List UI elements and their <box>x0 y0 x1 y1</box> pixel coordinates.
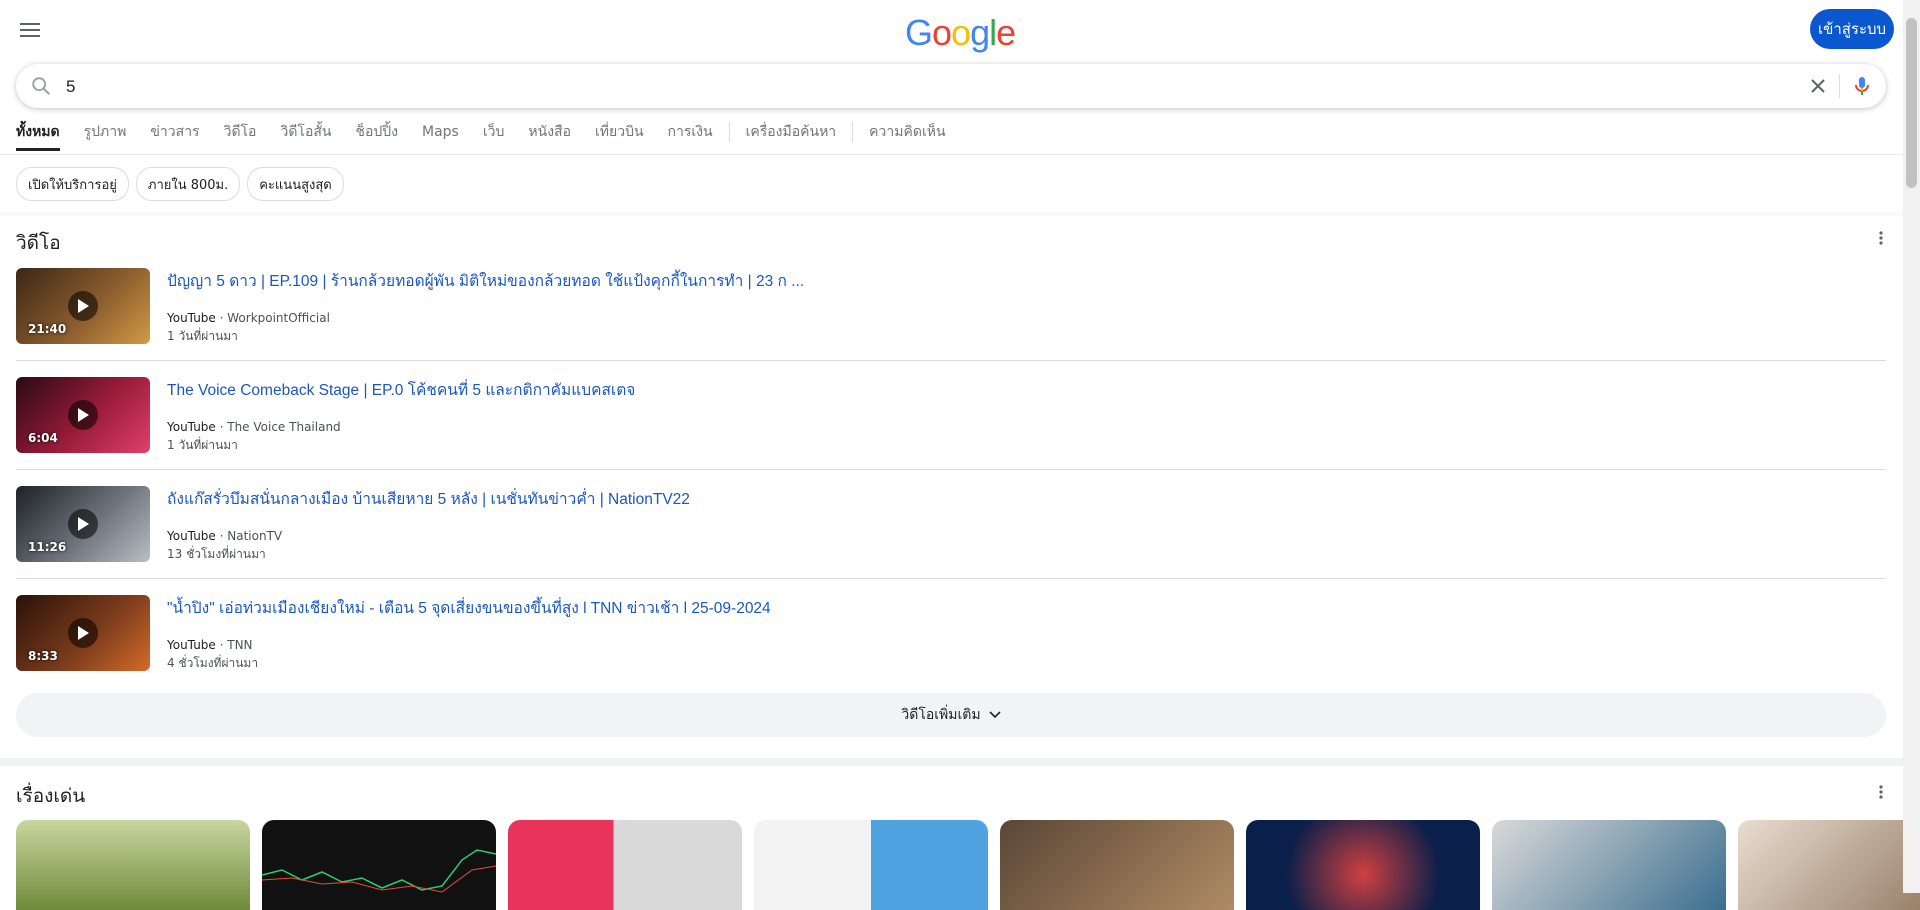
video-age: 1 วันที่ผ่านมา <box>167 329 238 343</box>
search-tabs: ทั้งหมด รูปภาพ ข่าวสาร วิดีโอ วิดีโอสั้น… <box>16 121 970 151</box>
video-channel: The Voice Thailand <box>227 420 341 434</box>
section-divider <box>0 758 1903 766</box>
row-divider <box>16 578 1886 579</box>
video-duration: 6:04 <box>28 431 58 445</box>
more-videos-button[interactable]: วิดีโอเพิ่มเติม <box>16 693 1886 737</box>
video-result: 6:04 The Voice Comeback Stage | EP.0 โค้… <box>16 377 1886 485</box>
video-result: 11:26 ถังแก๊สรั่วบึมสนั่นกลางเมือง บ้านเ… <box>16 486 1886 594</box>
video-age: 13 ชั่วโมงที่ผ่านมา <box>167 547 266 561</box>
play-icon <box>68 291 98 321</box>
videos-section-title: วิดีโอ <box>16 232 61 254</box>
video-channel: TNN <box>227 638 253 652</box>
story-card[interactable] <box>1246 820 1480 910</box>
more-options-icon[interactable] <box>1874 784 1888 800</box>
video-age: 4 ชั่วโมงที่ผ่านมา <box>167 656 259 670</box>
story-card[interactable] <box>1000 820 1234 910</box>
tab-shopping[interactable]: ช็อปปิ้ง <box>355 121 398 151</box>
story-card[interactable] <box>262 820 496 910</box>
tab-separator <box>728 122 730 142</box>
video-channel: NationTV <box>227 529 283 543</box>
chip-top-rated[interactable]: คะแนนสูงสุด <box>247 167 344 201</box>
tab-videos[interactable]: วิดีโอ <box>224 121 257 151</box>
video-source: YouTube · The Voice Thailand <box>167 420 341 434</box>
chevron-down-icon <box>989 711 1001 719</box>
video-age: 1 วันที่ผ่านมา <box>167 438 238 452</box>
story-card[interactable] <box>16 820 250 910</box>
more-videos-label: วิดีโอเพิ่มเติม <box>901 707 981 723</box>
signin-button[interactable]: เข้าสู่ระบบ <box>1810 9 1894 49</box>
video-thumbnail[interactable]: 6:04 <box>16 377 150 453</box>
video-title[interactable]: The Voice Comeback Stage | EP.0 โค้ชคนที… <box>167 377 635 402</box>
tab-maps[interactable]: Maps <box>422 124 459 148</box>
tab-news[interactable]: ข่าวสาร <box>150 121 199 151</box>
tab-books[interactable]: หนังสือ <box>528 121 571 151</box>
search-input[interactable] <box>64 64 1768 110</box>
tabs-divider <box>0 154 1903 155</box>
tab-separator <box>852 122 854 142</box>
video-platform: YouTube <box>167 420 216 434</box>
search-divider <box>1839 74 1840 98</box>
video-duration: 11:26 <box>28 540 67 554</box>
video-duration: 8:33 <box>28 649 58 663</box>
story-card[interactable] <box>754 820 988 910</box>
stock-chart-thumbnail <box>262 849 496 893</box>
story-card[interactable] <box>1738 820 1920 910</box>
tab-flights[interactable]: เที่ยวบิน <box>595 121 644 151</box>
scrollbar-thumb[interactable] <box>1906 18 1917 188</box>
tab-images[interactable]: รูปภาพ <box>84 121 127 151</box>
video-title[interactable]: ถังแก๊สรั่วบึมสนั่นกลางเมือง บ้านเสียหาย… <box>167 486 690 511</box>
row-divider <box>16 469 1886 470</box>
search-bar <box>16 64 1886 110</box>
play-icon <box>68 400 98 430</box>
tab-finance[interactable]: การเงิน <box>668 121 713 151</box>
hamburger-icon <box>20 23 40 37</box>
tab-feedback[interactable]: ความคิดเห็น <box>869 121 945 151</box>
video-title[interactable]: "น้ำปิง" เอ่อท่วมเมืองเชียงใหม่ - เตือน … <box>167 595 771 620</box>
video-platform: YouTube <box>167 311 216 325</box>
microphone-icon[interactable] <box>1850 74 1874 98</box>
video-thumbnail[interactable]: 21:40 <box>16 268 150 344</box>
story-card[interactable] <box>1492 820 1726 910</box>
chip-open-now[interactable]: เปิดให้บริการอยู่ <box>16 167 129 201</box>
play-icon <box>68 509 98 539</box>
video-platform: YouTube <box>167 638 216 652</box>
top-stories-carousel <box>16 820 1920 910</box>
tab-short-videos[interactable]: วิดีโอสั้น <box>280 121 331 151</box>
video-result: 8:33 "น้ำปิง" เอ่อท่วมเมืองเชียงใหม่ - เ… <box>16 595 1886 703</box>
clear-icon[interactable] <box>1806 74 1830 98</box>
video-source: YouTube · WorkpointOfficial <box>167 311 330 325</box>
tab-search-tools[interactable]: เครื่องมือค้นหา <box>746 121 837 151</box>
row-divider <box>16 360 1886 361</box>
search-icon[interactable] <box>30 75 52 97</box>
play-icon <box>68 618 98 648</box>
story-card[interactable] <box>508 820 742 910</box>
video-result: 21:40 ปัญญา 5 ดาว | EP.109 | ร้านกล้วยทอ… <box>16 268 1886 376</box>
video-platform: YouTube <box>167 529 216 543</box>
top-stories-title: เรื่องเด่น <box>16 785 86 807</box>
section-divider <box>0 212 1903 216</box>
chip-within-800m[interactable]: ภายใน 800ม. <box>135 167 241 201</box>
google-logo[interactable]: Google <box>905 12 1016 54</box>
tab-all[interactable]: ทั้งหมด <box>16 121 60 151</box>
video-title[interactable]: ปัญญา 5 ดาว | EP.109 | ร้านกล้วยทอดผู้พั… <box>167 268 804 293</box>
video-duration: 21:40 <box>28 322 67 336</box>
video-source: YouTube · NationTV <box>167 529 283 543</box>
video-thumbnail[interactable]: 11:26 <box>16 486 150 562</box>
video-thumbnail[interactable]: 8:33 <box>16 595 150 671</box>
more-options-icon[interactable] <box>1874 230 1888 246</box>
video-source: YouTube · TNN <box>167 638 253 652</box>
filter-chips: เปิดให้บริการอยู่ ภายใน 800ม. คะแนนสูงสุ… <box>16 167 351 201</box>
main-menu-button[interactable] <box>14 16 46 44</box>
tab-web[interactable]: เว็บ <box>483 121 505 151</box>
video-channel: WorkpointOfficial <box>227 311 330 325</box>
